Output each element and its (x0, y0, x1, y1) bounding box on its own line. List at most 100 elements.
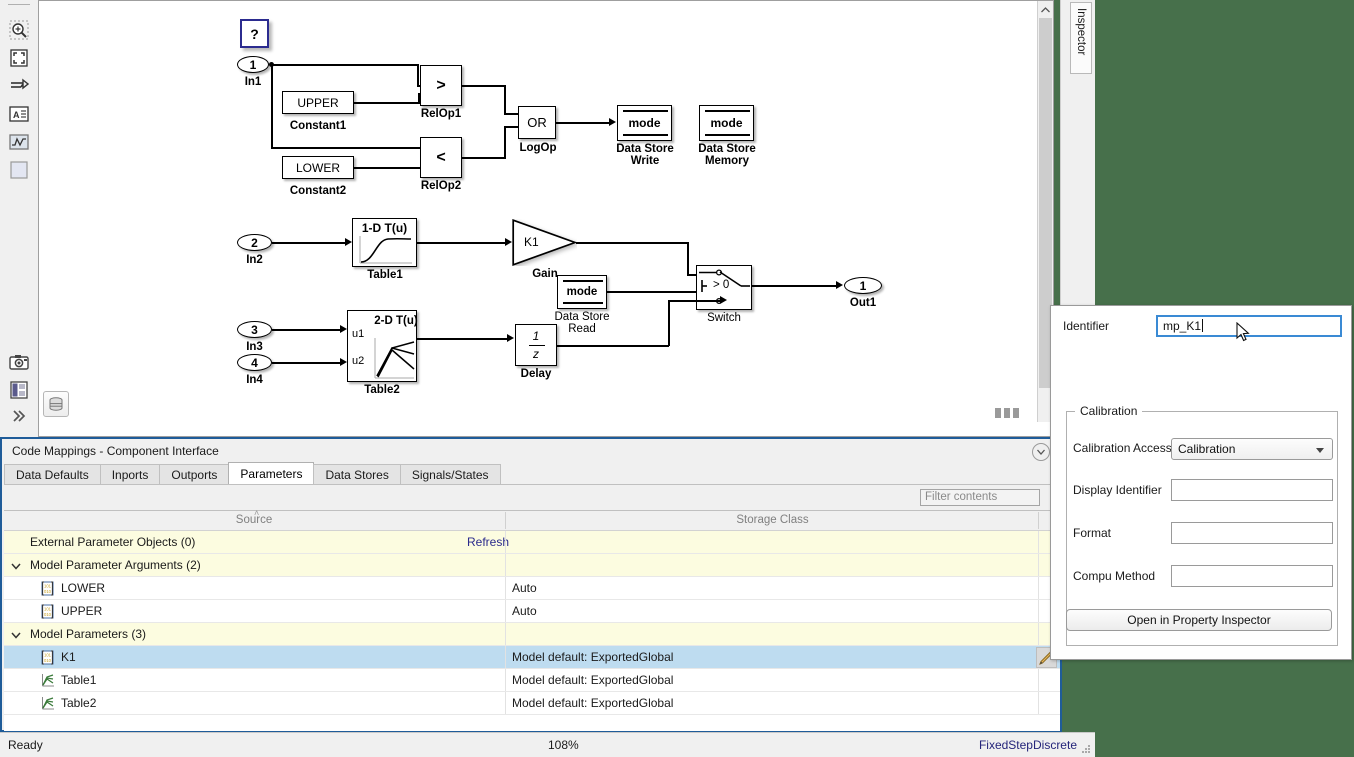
svg-text:010: 010 (44, 589, 52, 594)
display-identifier-label: Display Identifier (1073, 483, 1162, 497)
scope-icon[interactable] (7, 130, 31, 154)
block-relop1[interactable]: > (420, 65, 462, 106)
parameter-property-popup: Identifier mp_K1 Calibration Calibration… (1050, 305, 1352, 660)
code-mappings-toolbar: Filter contents (4, 485, 1060, 510)
lookup-table-icon (40, 696, 55, 711)
block-gain[interactable]: K1 (512, 218, 578, 267)
block-in1[interactable]: 1 (237, 56, 269, 73)
collapse-panel-button[interactable] (1032, 443, 1050, 461)
table-row[interactable]: Table2 Model default: ExportedGlobal (4, 692, 1060, 715)
svg-text:101: 101 (44, 653, 52, 658)
tab-inspector[interactable]: Inspector (1070, 2, 1092, 74)
block-diagram[interactable]: ? 1 In1 UPPER Constant1 > RelOp1 LOWER C… (39, 1, 1039, 421)
table-row[interactable]: 101 010 LOWER Auto (4, 577, 1060, 600)
block-constant1[interactable]: UPPER (282, 91, 354, 114)
column-header-storage-class[interactable]: Storage Class (506, 511, 1039, 530)
model-canvas[interactable]: ? 1 In1 UPPER Constant1 > RelOp1 LOWER C… (38, 0, 1054, 437)
block-out1[interactable]: 1 (844, 277, 882, 294)
tab-inports[interactable]: Inports (99, 464, 161, 485)
table-row[interactable]: Model Parameters (3) (4, 623, 1060, 646)
wire-arrow (340, 325, 347, 333)
table-row[interactable]: Table1 Model default: ExportedGlobal (4, 669, 1060, 692)
parameter-icon: 101 010 (40, 650, 55, 665)
more-icon[interactable] (7, 404, 31, 428)
compare-icon[interactable] (7, 378, 31, 402)
calibration-access-select[interactable]: Calibration (1171, 438, 1333, 460)
row-storage-class[interactable]: Auto (506, 600, 537, 622)
canvas-resize-grip[interactable] (995, 408, 1021, 418)
inspector-tab-label: Inspector (1075, 8, 1087, 56)
format-input[interactable] (1171, 522, 1333, 544)
format-label: Format (1073, 526, 1112, 540)
wire (668, 300, 722, 302)
wire (462, 85, 506, 87)
tab-signals-states[interactable]: Signals/States (399, 464, 501, 485)
block-table2[interactable]: 2-D T(u) u1 u2 (347, 310, 418, 382)
signal-routing-icon[interactable] (7, 74, 31, 98)
block-in4[interactable]: 4 (237, 354, 272, 371)
svg-text:A: A (13, 110, 20, 120)
block-relop1-text: > (436, 76, 446, 94)
scroll-up-icon[interactable] (1038, 1, 1053, 18)
block-in1-label: In1 (244, 76, 262, 88)
fit-to-view-icon[interactable] (7, 46, 31, 70)
column-divider[interactable] (1038, 512, 1039, 529)
column-header-source[interactable]: ˄ Source (4, 509, 504, 530)
row-storage-class[interactable]: Model default: ExportedGlobal (506, 692, 673, 714)
row-storage-class[interactable]: Model default: ExportedGlobal (506, 669, 673, 691)
annotation-text: ? (250, 25, 259, 42)
open-in-property-inspector-button[interactable]: Open in Property Inspector (1066, 609, 1332, 631)
block-data-store-read[interactable]: mode (557, 275, 607, 309)
zoom-in-icon[interactable] (7, 18, 31, 42)
wire (417, 242, 507, 244)
expand-collapse-icon[interactable] (11, 629, 21, 639)
block-in3[interactable]: 3 (237, 321, 272, 338)
block-in2[interactable]: 2 (237, 234, 272, 251)
chevron-down-icon (1316, 448, 1324, 453)
wire (504, 127, 506, 158)
tab-data-stores[interactable]: Data Stores (313, 464, 401, 485)
table-row[interactable]: Model Parameter Arguments (2) (4, 554, 1060, 577)
block-out1-label: Out1 (849, 297, 877, 309)
annotation-icon[interactable]: A (7, 102, 31, 126)
row-source-label: Table2 (61, 696, 97, 710)
wire (556, 122, 611, 124)
refresh-link[interactable]: Refresh (467, 531, 509, 553)
parameters-table[interactable]: ˄ Source Storage Class External Paramete… (4, 509, 1060, 731)
display-identifier-input[interactable] (1171, 479, 1333, 501)
block-constant2[interactable]: LOWER (282, 156, 354, 179)
table-row[interactable]: External Parameter Objects (0) Refresh (4, 531, 1060, 554)
block-table1[interactable]: 1-D T(u) (352, 218, 417, 267)
code-mappings-tabs: Data Defaults Inports Outports Parameter… (4, 462, 501, 485)
block-data-store-read-text: mode (566, 286, 598, 298)
zoom-level[interactable]: 108% (548, 738, 579, 752)
table-header-row: ˄ Source Storage Class (4, 509, 1060, 531)
block-gain-text: K1 (524, 235, 539, 249)
resize-grip[interactable] (1082, 745, 1091, 754)
subsystem-icon[interactable] (7, 158, 31, 182)
solver-name[interactable]: FixedStepDiscrete (979, 738, 1077, 752)
camera-icon[interactable] (7, 350, 31, 374)
block-constant1-text: UPPER (297, 95, 339, 110)
row-storage-class[interactable]: Model default: ExportedGlobal (506, 646, 673, 668)
block-delay[interactable]: 1 z (515, 324, 557, 366)
block-logop[interactable]: OR (518, 106, 556, 139)
row-storage-class[interactable]: Auto (506, 577, 537, 599)
block-relop2[interactable]: < (420, 137, 462, 178)
table-row[interactable]: 101 010 UPPER Auto (4, 600, 1060, 623)
tab-data-defaults[interactable]: Data Defaults (4, 464, 101, 485)
block-data-store-write[interactable]: mode (617, 105, 672, 141)
tab-outports[interactable]: Outports (159, 464, 230, 485)
model-browser-button[interactable] (43, 391, 69, 417)
block-table1-text: 1-D T(u) (361, 221, 408, 235)
block-out1-port-number: 1 (859, 278, 867, 293)
expand-collapse-icon[interactable] (11, 560, 21, 570)
table-row[interactable]: 101 010 K1 Model default: ExportedGlobal (4, 646, 1060, 669)
filter-input[interactable]: Filter contents (920, 489, 1040, 506)
compu-method-input[interactable] (1171, 565, 1333, 587)
tab-parameters[interactable]: Parameters (228, 462, 315, 485)
parameter-icon: 101 010 (40, 581, 55, 596)
annotation-question-block[interactable]: ? (240, 19, 269, 48)
status-bar: Ready 108% FixedStepDiscrete (0, 732, 1095, 757)
block-data-store-memory[interactable]: mode (699, 105, 754, 141)
